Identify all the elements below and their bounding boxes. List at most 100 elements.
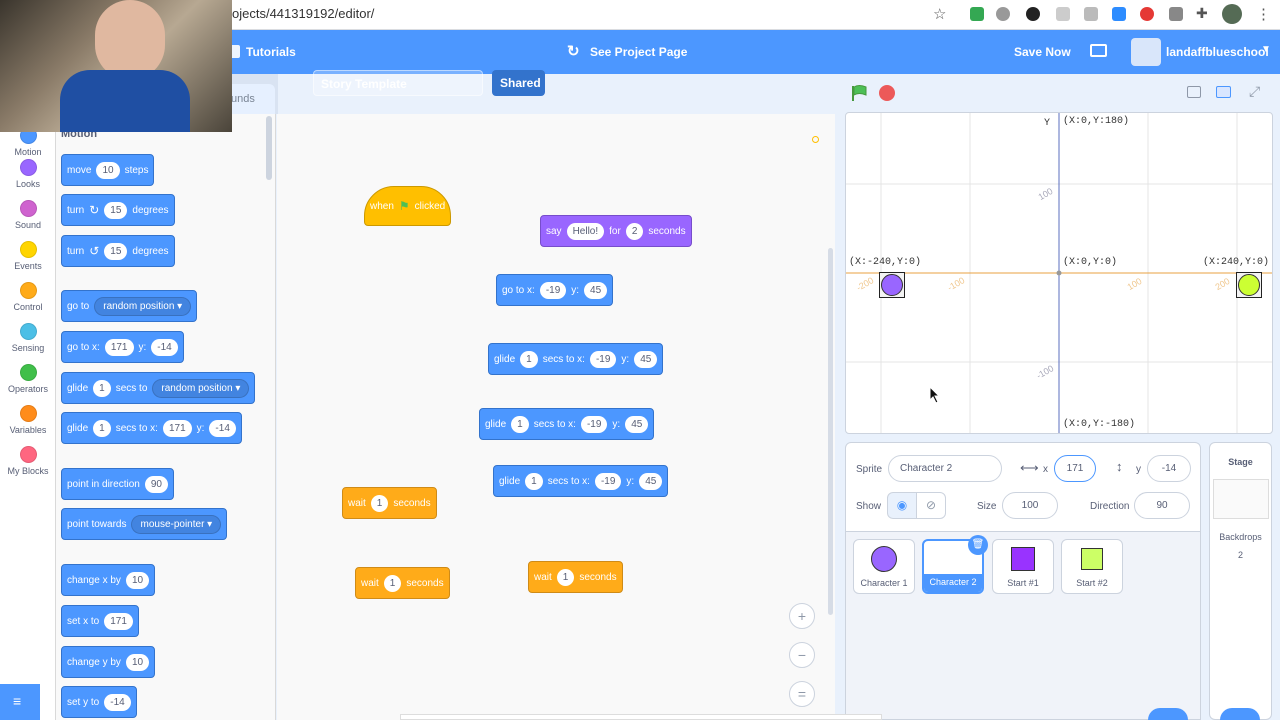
extension-icon[interactable] xyxy=(1169,7,1183,21)
category-control[interactable]: Control xyxy=(0,282,56,312)
zoom-icon[interactable] xyxy=(1112,7,1126,21)
turn-left-block[interactable]: turn ↺ 15 degrees xyxy=(61,235,175,267)
save-now-button[interactable]: Save Now xyxy=(1014,45,1071,59)
shared-button[interactable]: Shared xyxy=(492,70,545,96)
secs-input[interactable]: 1 xyxy=(370,494,389,512)
secs-input[interactable]: 1 xyxy=(383,574,402,592)
degrees-input[interactable]: 15 xyxy=(104,201,128,219)
secs-input[interactable]: 1 xyxy=(525,472,543,490)
category-looks[interactable]: Looks xyxy=(0,159,56,189)
hide-eye-icon[interactable]: ⊘ xyxy=(916,492,946,519)
x-input[interactable]: -19 xyxy=(539,281,567,299)
wait-secs-block[interactable]: wait 1 seconds xyxy=(355,567,450,599)
y-input[interactable]: -14 xyxy=(151,338,178,356)
secs-input[interactable]: 1 xyxy=(520,350,538,368)
go-to-block[interactable]: go to random position ▾ xyxy=(61,290,198,322)
extension-icon[interactable] xyxy=(1084,7,1098,21)
palette-scrollbar[interactable] xyxy=(266,116,272,180)
stop-button[interactable] xyxy=(879,85,895,101)
move-steps-block[interactable]: move 10 steps xyxy=(61,154,155,186)
username-menu[interactable]: landaffblueschool xyxy=(1166,45,1269,59)
green-flag-icon[interactable] xyxy=(850,84,868,102)
project-title-input[interactable]: Story Template xyxy=(313,70,483,96)
extension-icon[interactable] xyxy=(970,7,984,21)
y-input[interactable]: -14 xyxy=(1147,455,1191,482)
category-sound[interactable]: Sound xyxy=(0,200,56,230)
glide-xy-block[interactable]: glide 1 secs to x: -19 y: 45 xyxy=(479,408,655,440)
chevron-down-icon[interactable]: ▼ xyxy=(1261,44,1271,55)
fullscreen-icon[interactable]: ⤢ xyxy=(1249,83,1260,100)
message-input[interactable]: Hello! xyxy=(566,222,605,240)
turn-right-block[interactable]: turn ↻ 15 degrees xyxy=(61,194,175,226)
go-to-xy-block[interactable]: go to x: -19 y: 45 xyxy=(496,274,614,306)
tab-sounds[interactable]: unds xyxy=(225,84,275,114)
character-2-sprite[interactable] xyxy=(1236,272,1262,298)
sprite-tile-start-1[interactable]: Start #1 xyxy=(992,539,1054,594)
x-input[interactable]: 171 xyxy=(104,338,134,356)
more-icon[interactable]: ⋮ xyxy=(1256,5,1271,23)
zoom-out-button[interactable]: − xyxy=(789,642,815,668)
category-sensing[interactable]: Sensing xyxy=(0,323,56,353)
character-1-sprite[interactable] xyxy=(879,272,905,298)
show-eye-icon[interactable]: ◉ xyxy=(887,492,917,519)
remix-icon[interactable]: ↻ xyxy=(567,42,580,60)
direction-input[interactable]: 90 xyxy=(144,475,168,493)
secs-input[interactable]: 2 xyxy=(625,222,644,240)
tutorials-button[interactable]: Tutorials xyxy=(246,45,296,59)
target-dropdown[interactable]: random position ▾ xyxy=(94,296,192,316)
extension-icon[interactable] xyxy=(996,7,1010,21)
star-icon[interactable]: ☆ xyxy=(933,5,946,23)
zoom-reset-button[interactable]: = xyxy=(789,681,815,707)
y-input[interactable]: 45 xyxy=(639,472,663,490)
secs-input[interactable]: 1 xyxy=(93,419,111,437)
wait-secs-block[interactable]: wait 1 seconds xyxy=(528,561,623,593)
dx-input[interactable]: 10 xyxy=(125,571,150,589)
dy-input[interactable]: 10 xyxy=(125,653,150,671)
add-sprite-button[interactable] xyxy=(1148,708,1188,720)
folder-icon[interactable] xyxy=(1090,44,1107,57)
extension-icon[interactable] xyxy=(1140,7,1154,21)
x-input[interactable]: -19 xyxy=(580,415,608,433)
category-my-blocks[interactable]: My Blocks xyxy=(0,446,56,476)
x-input[interactable]: 171 xyxy=(104,612,133,630)
sprite-tile-start-2[interactable]: Start #2 xyxy=(1061,539,1123,594)
secs-input[interactable]: 1 xyxy=(93,379,111,397)
say-for-secs-block[interactable]: say Hello! for 2 seconds xyxy=(540,215,692,247)
category-operators[interactable]: Operators xyxy=(0,364,56,394)
sprite-tile-character-2[interactable]: Character 2 🗑 xyxy=(922,535,988,594)
y-input[interactable]: 45 xyxy=(634,350,658,368)
x-input[interactable]: -19 xyxy=(589,350,617,368)
stage-canvas[interactable]: Y (X:0,Y:180) (X:0,Y:-180) (X:-240,Y:0) … xyxy=(845,112,1273,434)
point-towards-block[interactable]: point towards mouse-pointer ▾ xyxy=(61,508,228,540)
secs-input[interactable]: 1 xyxy=(511,415,529,433)
direction-input[interactable]: 90 xyxy=(1134,492,1190,519)
glide-to-block[interactable]: glide 1 secs to random position ▾ xyxy=(61,372,256,404)
size-input[interactable]: 100 xyxy=(1002,492,1058,519)
zoom-in-button[interactable]: + xyxy=(789,603,815,629)
user-avatar[interactable] xyxy=(1131,38,1161,66)
script-workspace[interactable]: when ⚑ clicked say Hello! for 2 seconds go to … xyxy=(277,114,835,720)
stage-panel[interactable]: Stage Backdrops 2 xyxy=(1209,442,1272,720)
puzzle-icon[interactable]: ✚ xyxy=(1196,5,1208,22)
wait-secs-block[interactable]: wait 1 seconds xyxy=(342,487,437,519)
extension-icon[interactable] xyxy=(1056,7,1070,21)
go-to-xy-block[interactable]: go to x: 171 y: -14 xyxy=(61,331,184,363)
secs-input[interactable]: 1 xyxy=(556,568,575,586)
profile-icon[interactable] xyxy=(1026,7,1040,21)
target-dropdown[interactable]: mouse-pointer ▾ xyxy=(131,514,222,534)
y-input[interactable]: -14 xyxy=(209,419,236,437)
small-stage-icon[interactable] xyxy=(1187,86,1201,98)
add-backdrop-button[interactable] xyxy=(1220,708,1260,720)
see-project-page-button[interactable]: See Project Page xyxy=(590,45,687,59)
add-extension-button[interactable]: ≡ xyxy=(0,684,40,720)
set-x-block[interactable]: set x to 171 xyxy=(61,605,139,637)
glide-xy-block[interactable]: glide 1 secs to x: -19 y: 45 xyxy=(488,343,664,375)
degrees-input[interactable]: 15 xyxy=(104,242,128,260)
change-y-block[interactable]: change y by 10 xyxy=(61,646,156,678)
x-input[interactable]: -19 xyxy=(594,472,622,490)
point-in-direction-block[interactable]: point in direction 90 xyxy=(61,468,174,500)
target-dropdown[interactable]: random position ▾ xyxy=(152,378,250,398)
category-events[interactable]: Events xyxy=(0,241,56,271)
set-y-block[interactable]: set y to -14 xyxy=(61,686,137,718)
category-variables[interactable]: Variables xyxy=(0,405,56,435)
